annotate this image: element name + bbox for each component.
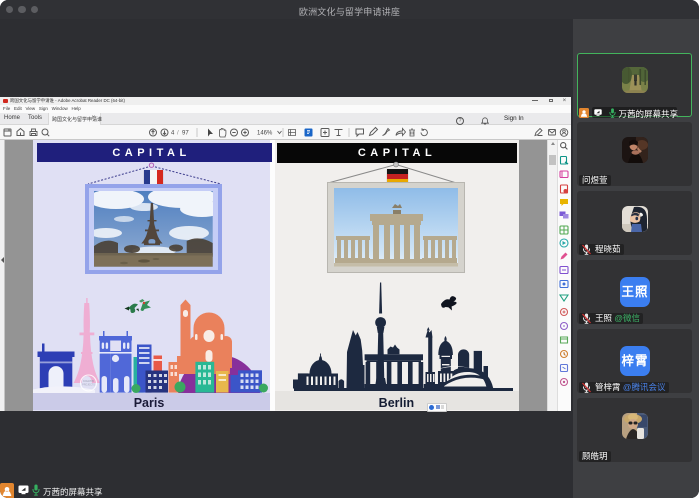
- svg-text:4: 4: [171, 131, 175, 137]
- svg-text:97: 97: [182, 131, 189, 137]
- svg-text:146%: 146%: [257, 131, 273, 137]
- svg-text:KIGATIB: KIGATIB: [83, 379, 94, 383]
- svg-text:/: /: [177, 131, 179, 137]
- svg-text:PROJECTS: PROJECTS: [82, 384, 95, 387]
